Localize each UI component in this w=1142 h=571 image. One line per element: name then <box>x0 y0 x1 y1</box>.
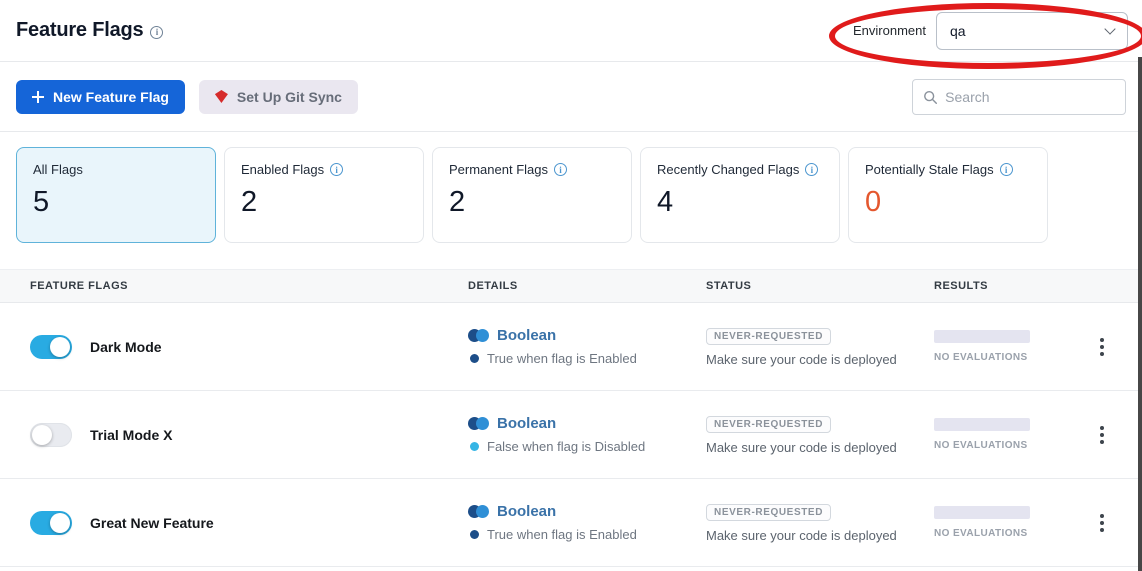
scrollbar[interactable] <box>1138 57 1142 571</box>
stat-card-value: 0 <box>865 186 1031 219</box>
info-icon[interactable] <box>330 163 343 176</box>
boolean-type-icon <box>468 329 489 342</box>
search-box[interactable] <box>912 79 1126 115</box>
flag-toggle[interactable] <box>30 511 72 535</box>
stat-card-value: 2 <box>241 186 407 219</box>
plus-icon <box>32 91 44 103</box>
results-bar <box>934 418 1030 431</box>
kebab-menu-icon[interactable] <box>1096 510 1108 536</box>
stat-card-value: 2 <box>449 186 615 219</box>
status-badge: NEVER-REQUESTED <box>706 504 831 521</box>
rule-dot-icon <box>470 442 479 451</box>
setup-git-sync-button[interactable]: Set Up Git Sync <box>199 80 358 114</box>
new-feature-flag-button[interactable]: New Feature Flag <box>16 80 185 114</box>
stat-card-potentially-stale-flags[interactable]: Potentially Stale Flags 0 <box>848 147 1048 243</box>
table-header: FEATURE FLAGS DETAILS STATUS RESULTS <box>0 269 1142 303</box>
page-header: Feature Flags Environment qa <box>0 0 1142 62</box>
flag-toggle[interactable] <box>30 335 72 359</box>
rule-dot-icon <box>470 530 479 539</box>
info-icon[interactable] <box>150 26 163 39</box>
search-input[interactable] <box>945 89 1115 105</box>
flag-type: Boolean <box>497 327 556 344</box>
toolbar: New Feature Flag Set Up Git Sync <box>0 62 1142 132</box>
stat-card-label: Enabled Flags <box>241 162 324 177</box>
toggle-knob <box>50 337 70 357</box>
environment-label: Environment <box>853 23 926 38</box>
stat-card-recently-changed-flags[interactable]: Recently Changed Flags 4 <box>640 147 840 243</box>
premium-gem-icon <box>215 90 228 103</box>
boolean-type-icon <box>468 505 489 518</box>
flag-name[interactable]: Dark Mode <box>90 339 162 355</box>
stat-card-value: 4 <box>657 186 823 219</box>
page-title: Feature Flags <box>16 19 143 42</box>
flag-type: Boolean <box>497 503 556 520</box>
status-badge: NEVER-REQUESTED <box>706 328 831 345</box>
info-icon[interactable] <box>1000 163 1013 176</box>
results-bar <box>934 330 1030 343</box>
results-label: NO EVALUATIONS <box>934 440 1074 451</box>
status-text: Make sure your code is deployed <box>706 440 934 455</box>
results-label: NO EVALUATIONS <box>934 528 1074 539</box>
flag-name[interactable]: Great New Feature <box>90 515 214 531</box>
flag-rule: True when flag is Enabled <box>487 351 637 366</box>
info-icon[interactable] <box>805 163 818 176</box>
stat-card-label: Recently Changed Flags <box>657 162 799 177</box>
flag-type: Boolean <box>497 415 556 432</box>
col-header-feature-flags: FEATURE FLAGS <box>30 280 468 292</box>
stat-card-enabled-flags[interactable]: Enabled Flags 2 <box>224 147 424 243</box>
feature-flags-page: Feature Flags Environment qa New Feature… <box>0 0 1142 571</box>
environment-select[interactable]: qa <box>936 12 1128 50</box>
stat-card-label: Permanent Flags <box>449 162 548 177</box>
kebab-menu-icon[interactable] <box>1096 422 1108 448</box>
results-bar <box>934 506 1030 519</box>
stat-card-all-flags[interactable]: All Flags 5 <box>16 147 216 243</box>
col-header-results: RESULTS <box>934 280 1074 292</box>
col-header-status: STATUS <box>706 280 934 292</box>
table-row: Great New Feature Boolean True when flag… <box>0 479 1142 567</box>
environment-selected-value: qa <box>950 23 966 39</box>
title-wrap: Feature Flags <box>16 19 163 42</box>
flag-rule: True when flag is Enabled <box>487 527 637 542</box>
table-row: Dark Mode Boolean True when flag is Enab… <box>0 303 1142 391</box>
flag-rule: False when flag is Disabled <box>487 439 645 454</box>
rule-dot-icon <box>470 354 479 363</box>
toggle-knob <box>50 513 70 533</box>
status-badge: NEVER-REQUESTED <box>706 416 831 433</box>
stat-card-permanent-flags[interactable]: Permanent Flags 2 <box>432 147 632 243</box>
status-text: Make sure your code is deployed <box>706 352 934 367</box>
boolean-type-icon <box>468 417 489 430</box>
col-header-details: DETAILS <box>468 280 706 292</box>
new-feature-flag-label: New Feature Flag <box>53 89 169 105</box>
stat-card-label: Potentially Stale Flags <box>865 162 994 177</box>
setup-git-sync-label: Set Up Git Sync <box>237 89 342 105</box>
stats-cards: All Flags 5 Enabled Flags 2 Permanent Fl… <box>0 132 1142 269</box>
stat-card-value: 5 <box>33 186 199 219</box>
kebab-menu-icon[interactable] <box>1096 334 1108 360</box>
flag-name[interactable]: Trial Mode X <box>90 427 172 443</box>
environment-picker: Environment qa <box>853 12 1128 50</box>
chevron-down-icon <box>1104 23 1115 34</box>
status-text: Make sure your code is deployed <box>706 528 934 543</box>
toggle-knob <box>32 425 52 445</box>
info-icon[interactable] <box>554 163 567 176</box>
table-row: Trial Mode X Boolean False when flag is … <box>0 391 1142 479</box>
results-label: NO EVALUATIONS <box>934 352 1074 363</box>
flag-toggle[interactable] <box>30 423 72 447</box>
search-icon <box>923 89 937 105</box>
stat-card-label: All Flags <box>33 162 83 177</box>
